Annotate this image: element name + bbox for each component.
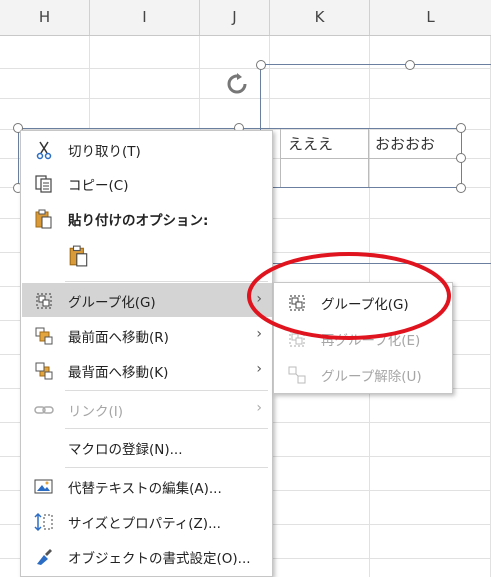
menu-item-label: グループ化(G) bbox=[68, 295, 156, 311]
menu-item-label: オブジェクトの書式設定(O)... bbox=[68, 551, 251, 567]
table-cell: えええ bbox=[288, 135, 334, 153]
submenu-item-label: 再グループ化(E) bbox=[321, 333, 421, 349]
chevron-right-icon: › bbox=[256, 326, 262, 342]
menu-item-size-properties[interactable]: サイズとプロパティ(Z)... bbox=[22, 504, 272, 538]
menu-item-format-object[interactable]: オブジェクトの書式設定(O)... bbox=[22, 539, 272, 573]
menu-item-label: 切り取り(T) bbox=[68, 144, 141, 160]
ungroup-icon bbox=[288, 366, 306, 384]
rotate-handle-icon[interactable] bbox=[226, 73, 248, 95]
context-menu: 切り取り(T) コピー(C) 貼り付けのオプション: グループ化(G) › 最前… bbox=[20, 130, 273, 577]
menu-item-label: マクロの登録(N)... bbox=[68, 442, 183, 458]
paste-options-icon bbox=[35, 209, 52, 229]
menu-item-send-to-back[interactable]: 最背面へ移動(K) › bbox=[22, 353, 272, 387]
resize-handle[interactable] bbox=[456, 183, 466, 193]
column-header-i[interactable]: I bbox=[90, 0, 200, 35]
copy-icon bbox=[35, 175, 52, 193]
chevron-right-icon: › bbox=[256, 291, 262, 307]
chevron-right-icon: › bbox=[256, 361, 262, 377]
column-header-k[interactable]: K bbox=[270, 0, 370, 35]
menu-item-bring-to-front[interactable]: 最前面へ移動(R) › bbox=[22, 318, 272, 352]
paste-option-button[interactable] bbox=[22, 235, 272, 275]
menu-item-copy[interactable]: コピー(C) bbox=[22, 166, 272, 200]
column-header-bar: H I J K L bbox=[0, 0, 491, 36]
group-icon bbox=[289, 295, 305, 311]
menu-item-label: 最背面へ移動(K) bbox=[68, 365, 169, 381]
group-icon bbox=[36, 293, 52, 309]
menu-item-cut[interactable]: 切り取り(T) bbox=[22, 132, 272, 166]
bring-front-icon bbox=[35, 327, 53, 345]
scissors-icon bbox=[36, 141, 52, 160]
menu-item-link: リンク(I) › bbox=[22, 392, 272, 426]
link-icon bbox=[34, 406, 54, 414]
resize-handle[interactable] bbox=[456, 153, 466, 163]
format-object-icon bbox=[37, 549, 52, 565]
table-cell: おおおお bbox=[375, 135, 436, 153]
submenu-item-group[interactable]: グループ化(G) bbox=[275, 285, 451, 319]
menu-item-assign-macro[interactable]: マクロの登録(N)... bbox=[22, 430, 272, 464]
menu-item-label: コピー(C) bbox=[68, 178, 129, 194]
send-back-icon bbox=[35, 362, 53, 380]
menu-item-label: 貼り付けのオプション: bbox=[68, 213, 209, 229]
column-header-j[interactable]: J bbox=[200, 0, 270, 35]
menu-item-label: 代替テキストの編集(A)... bbox=[68, 481, 222, 497]
regroup-icon bbox=[289, 331, 305, 347]
submenu-item-regroup: 再グループ化(E) bbox=[275, 321, 451, 355]
paste-options-header: 貼り付けのオプション: bbox=[22, 201, 272, 235]
group-submenu: グループ化(G) 再グループ化(E) グループ解除(U) bbox=[273, 282, 453, 394]
submenu-item-label: グループ化(G) bbox=[321, 297, 409, 313]
menu-item-edit-alt-text[interactable]: 代替テキストの編集(A)... bbox=[22, 469, 272, 503]
paste-icon bbox=[69, 245, 88, 267]
submenu-item-label: グループ解除(U) bbox=[321, 369, 422, 385]
menu-item-label: 最前面へ移動(R) bbox=[68, 330, 169, 346]
column-header-h[interactable]: H bbox=[0, 0, 90, 35]
menu-item-label: リンク(I) bbox=[68, 404, 124, 420]
resize-handle[interactable] bbox=[405, 60, 415, 70]
submenu-item-ungroup: グループ解除(U) bbox=[275, 357, 451, 391]
menu-item-label: サイズとプロパティ(Z)... bbox=[68, 516, 221, 532]
size-properties-icon bbox=[34, 512, 53, 532]
alt-text-icon bbox=[34, 479, 53, 494]
resize-handle[interactable] bbox=[256, 60, 266, 70]
chevron-right-icon: › bbox=[256, 400, 262, 416]
resize-handle[interactable] bbox=[456, 123, 466, 133]
column-header-l[interactable]: L bbox=[370, 0, 491, 35]
menu-item-group[interactable]: グループ化(G) › bbox=[22, 283, 272, 317]
